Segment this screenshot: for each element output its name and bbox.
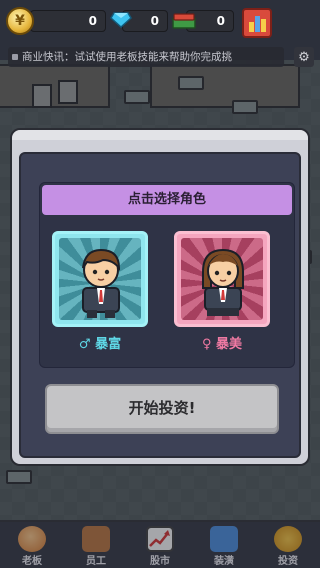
- character-male-portrait: [59, 238, 141, 320]
- gear-icon: ⚙: [298, 49, 310, 65]
- character-select-card: 点击选择角色 ♂ 暴富 ♀ 暴美: [39, 182, 295, 368]
- nav-overlay: [0, 522, 320, 568]
- character-female-portrait: [181, 238, 263, 320]
- coin-value: 0: [88, 14, 97, 28]
- shop-button[interactable]: [242, 8, 272, 38]
- start-investing-button[interactable]: 开始投资!: [45, 384, 279, 434]
- coin-counter: 0: [30, 10, 106, 32]
- character-male-label[interactable]: ♂ 暴富: [52, 333, 148, 352]
- coin-symbol: ¥: [15, 13, 25, 29]
- coin-icon: ¥: [6, 7, 34, 35]
- female-character-icon: [202, 248, 244, 316]
- bottom-nav: 老板 员工 股市 装潢 投资: [0, 520, 320, 568]
- settings-button[interactable]: ⚙: [294, 47, 314, 67]
- character-female-label[interactable]: ♀ 暴美: [174, 333, 270, 352]
- male-symbol-icon: ♂: [78, 337, 91, 352]
- select-header: 点击选择角色: [42, 185, 292, 215]
- ticker-text: 商业快讯：试试使用老板技能来帮助你完成挑: [22, 51, 232, 63]
- character-select-modal: 点击选择角色 ♂ 暴富 ♀ 暴美 开始投资!: [10, 128, 310, 466]
- character-male-card[interactable]: [52, 231, 148, 327]
- cash-stack-icon: [172, 13, 196, 29]
- male-character-icon: [82, 248, 121, 318]
- shop-icon: [249, 16, 266, 32]
- female-name: 暴美: [216, 337, 243, 352]
- gem-value: 0: [150, 14, 159, 28]
- gem-icon: [110, 12, 132, 28]
- ticker-dot-icon: [12, 54, 18, 60]
- male-name: 暴富: [95, 337, 122, 352]
- character-female-card[interactable]: [174, 231, 270, 327]
- news-ticker: 商业快讯：试试使用老板技能来帮助你完成挑: [8, 47, 284, 67]
- female-symbol-icon: ♀: [201, 337, 212, 352]
- top-hud: 0 ¥ 0 0: [0, 0, 320, 42]
- cash-value: 0: [216, 14, 225, 28]
